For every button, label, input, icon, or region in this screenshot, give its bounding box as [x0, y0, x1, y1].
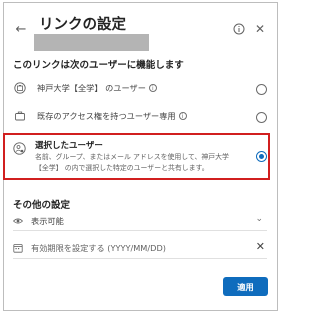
redacted-filename	[34, 34, 149, 51]
briefcase-icon	[13, 109, 27, 123]
option-specific-users-description: 名前、グループ、またはメール アドレスを使用して、神戸大学【全学】 の内で選択し…	[35, 153, 229, 172]
dialog-title: リンクの設定	[39, 17, 126, 33]
expiry-date-field[interactable]: 有効期限を設定する (YYYY/MM/DD) ✕	[13, 238, 267, 259]
building-icon	[13, 81, 27, 95]
radio-specific-users[interactable]	[256, 151, 267, 162]
people-settings-icon	[13, 140, 27, 155]
info-icon[interactable]: i	[148, 84, 157, 92]
clear-icon[interactable]: ✕	[256, 240, 265, 253]
close-icon[interactable]: ✕	[253, 21, 267, 37]
option-organization-users-label: 神戸大学【全学】 のユーザー	[37, 83, 146, 93]
eye-icon	[13, 216, 23, 226]
info-icon[interactable]: i	[178, 112, 187, 120]
option-organization-users[interactable]: 神戸大学【全学】 のユーザー i	[13, 81, 271, 95]
permission-value: 表示可能	[31, 216, 64, 226]
share-with-heading: このリンクは次のユーザーに機能します	[13, 60, 184, 71]
other-settings-heading: その他の設定	[13, 200, 71, 211]
expiry-date-placeholder: 有効期限を設定する (YYYY/MM/DD)	[31, 243, 166, 253]
permission-dropdown[interactable]: 表示可能 ⌄	[13, 212, 267, 231]
option-specific-users-label[interactable]: 選択したユーザー	[35, 139, 103, 151]
option-existing-access-label: 既存のアクセス権を持つユーザー専用	[37, 111, 176, 121]
info-icon[interactable]	[231, 21, 247, 37]
chevron-down-icon[interactable]: ⌄	[255, 214, 263, 224]
option-existing-access[interactable]: 既存のアクセス権を持つユーザー専用 i	[13, 109, 271, 123]
back-arrow-icon[interactable]: ←	[13, 21, 29, 37]
apply-button[interactable]: 適用	[223, 277, 268, 296]
radio-organization-users[interactable]	[256, 84, 267, 95]
calendar-icon	[13, 243, 23, 253]
radio-existing-access[interactable]	[256, 112, 267, 123]
